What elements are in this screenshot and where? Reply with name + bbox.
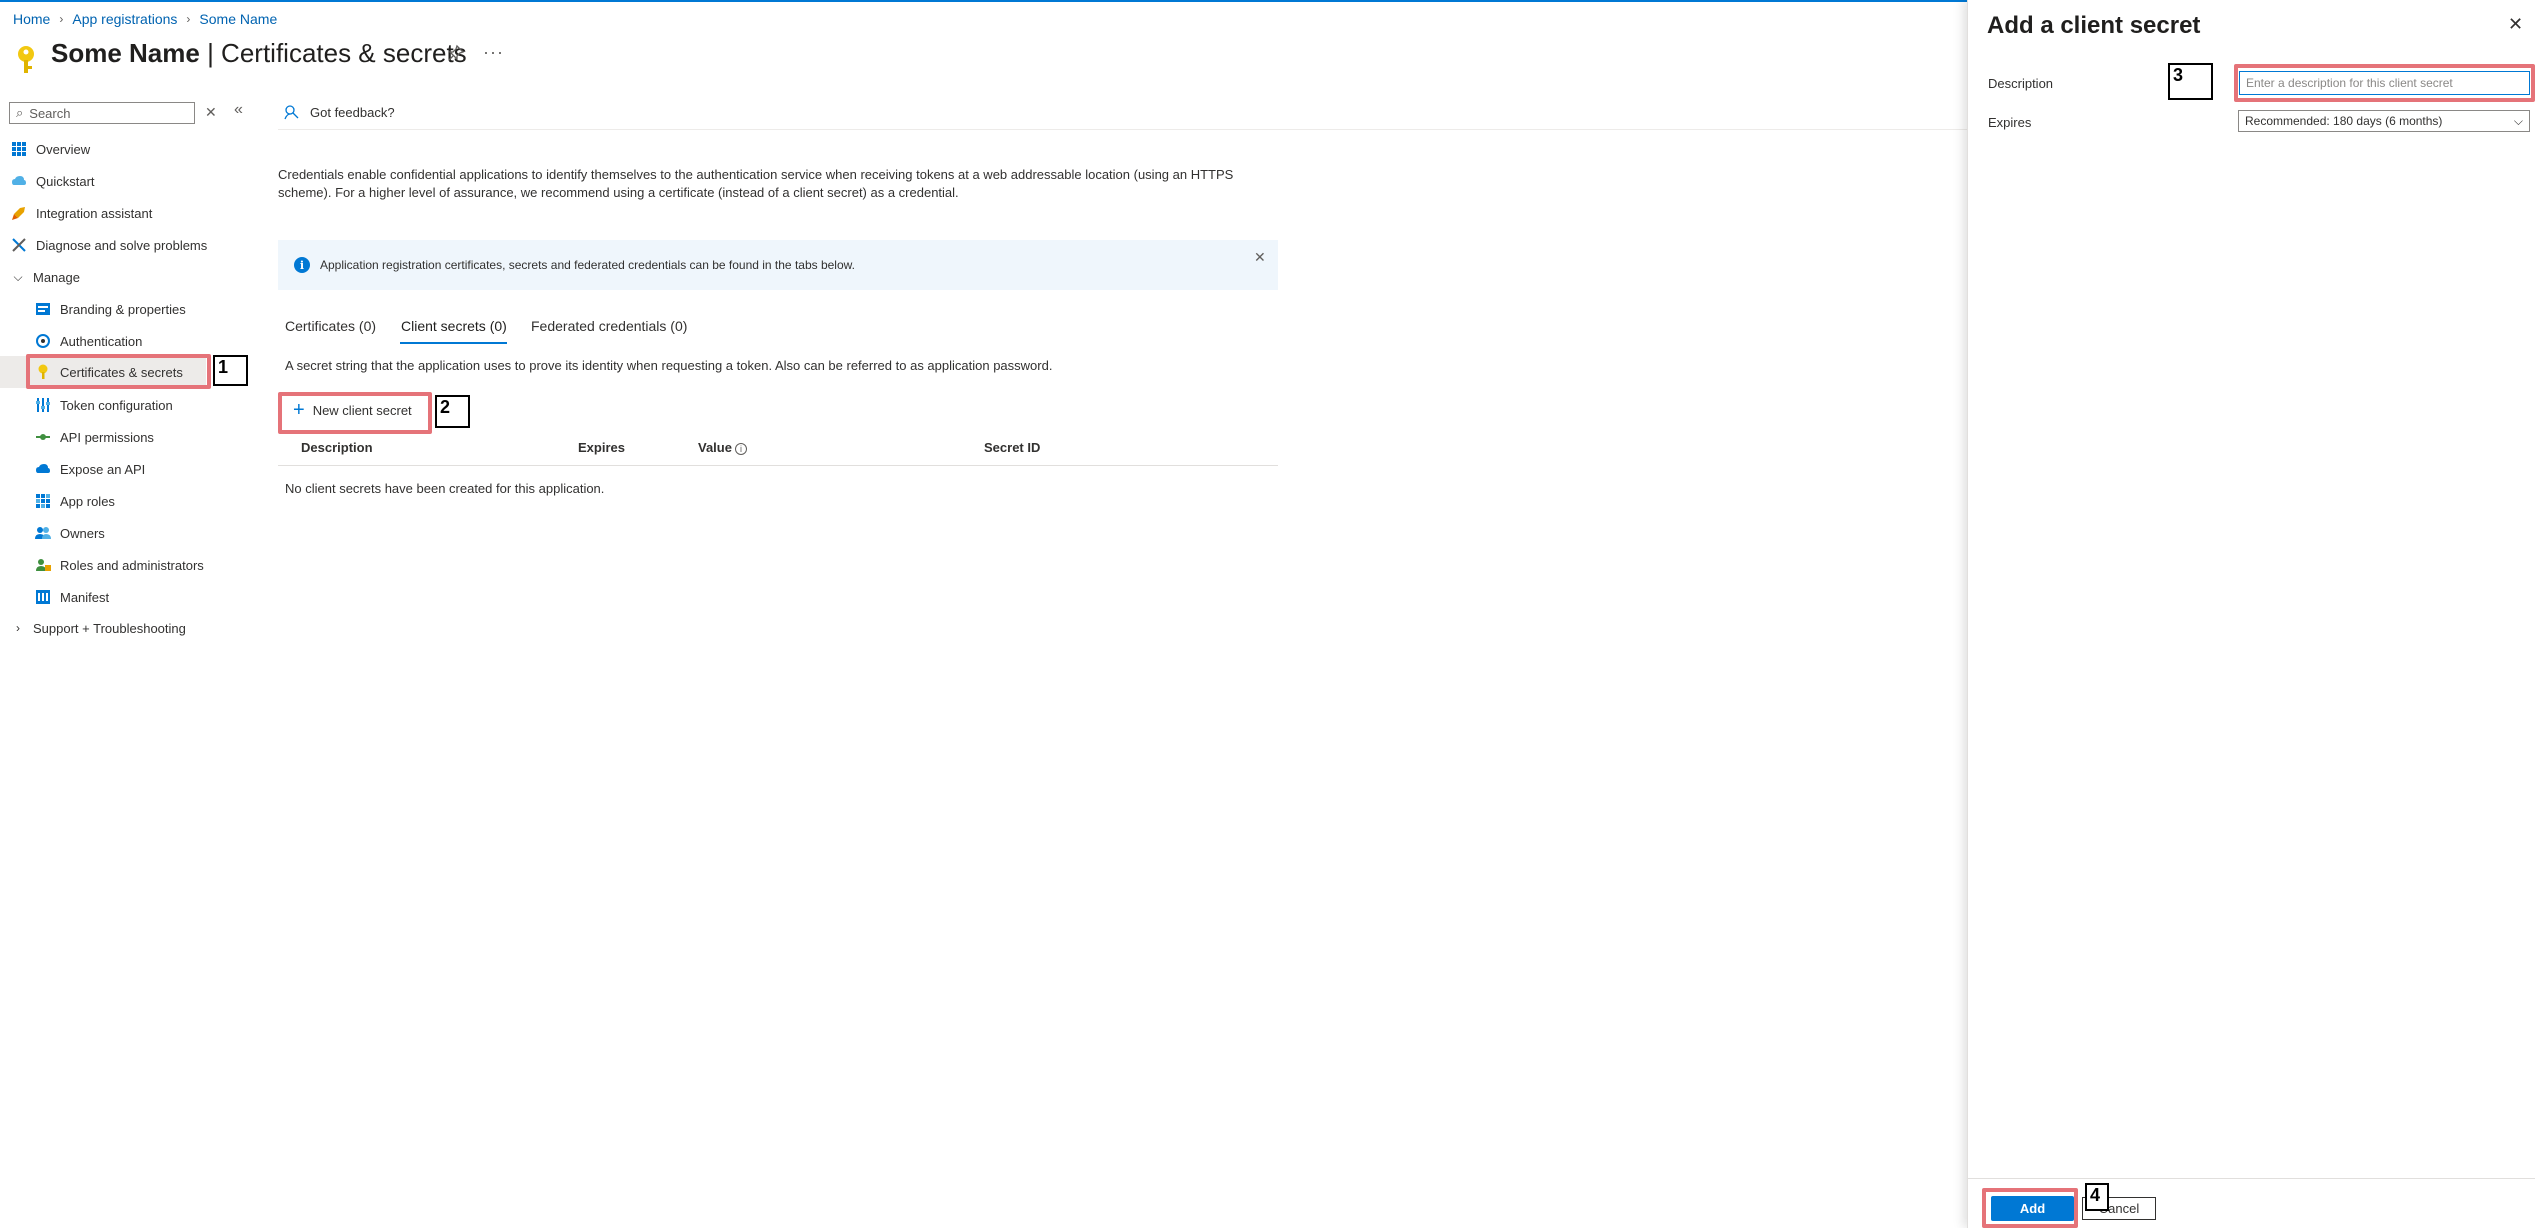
cloud-icon [35,461,51,477]
chevron-down-icon: ⌵ [13,269,23,284]
token-icon [35,397,51,413]
breadcrumb-app[interactable]: Some Name [199,11,277,27]
sidebar-item-manifest[interactable]: Manifest [35,582,109,612]
sidebar-item-roles-administrators[interactable]: Roles and administrators [35,550,204,580]
add-client-secret-panel [1967,0,2535,1228]
authentication-icon [35,333,51,349]
manifest-icon [35,589,51,605]
api-permissions-icon [35,429,51,445]
collapse-sidebar-icon[interactable]: « [234,101,243,119]
page-title: Some Name | Certificates & secrets [51,38,467,68]
pin-icon[interactable] [447,44,465,62]
info-icon[interactable]: i [734,442,747,455]
expires-dropdown[interactable]: Recommended: 180 days (6 months) ⌵ [2238,110,2530,132]
sidebar-item-expose-api[interactable]: Expose an API [35,454,145,484]
annotation-highlight-3 [2234,64,2535,102]
app-roles-icon [35,493,51,509]
column-header-expires[interactable]: Expires [578,440,625,455]
info-icon: i [294,257,310,273]
breadcrumb-home[interactable]: Home [13,11,50,27]
annotation-tag-4: 4 [2085,1183,2109,1211]
panel-footer-divider [1967,1178,2535,1179]
panel-title: Add a client secret [1987,12,2201,39]
annotation-tag-1: 1 [213,355,248,386]
intro-text: Credentials enable confidential applicat… [278,167,1234,200]
clear-search-icon[interactable]: ✕ [205,104,217,121]
column-header-value[interactable]: Value i [698,440,747,455]
annotation-highlight-4 [1982,1188,2078,1228]
info-banner: i Application registration certificates,… [278,240,1278,290]
feedback-icon [284,105,299,120]
rocket-icon [11,205,27,221]
sidebar-item-overview[interactable]: Overview [11,134,90,164]
sidebar-group-support[interactable]: › Support + Troubleshooting [11,613,186,643]
sidebar-item-branding[interactable]: Branding & properties [35,294,186,324]
annotation-tag-3: 3 [2168,63,2213,100]
sidebar-item-quickstart[interactable]: Quickstart [11,166,95,196]
sidebar-item-owners[interactable]: Owners [35,518,105,548]
column-header-description[interactable]: Description [301,440,373,455]
expires-label: Expires [1988,115,2032,130]
column-header-secret-id[interactable]: Secret ID [984,440,1040,455]
key-icon [18,46,34,73]
roles-icon [35,557,51,573]
wrench-icon [11,237,27,253]
breadcrumb: Home › App registrations › Some Name [13,11,277,27]
chevron-right-icon: › [59,12,64,26]
sidebar-group-manage[interactable]: ⌵ Manage [11,262,80,292]
sidebar-item-diagnose[interactable]: Diagnose and solve problems [11,230,207,260]
close-icon[interactable]: ✕ [2508,14,2523,35]
annotation-tag-2: 2 [435,395,470,428]
active-tab-indicator [400,342,507,344]
sidebar-item-token-configuration[interactable]: Token configuration [35,390,173,420]
annotation-highlight-2 [278,392,432,434]
empty-state-text: No client secrets have been created for … [285,481,605,496]
table-header-divider [278,465,1278,466]
close-icon[interactable]: ✕ [1254,249,1266,266]
annotation-highlight-1 [26,354,211,389]
client-secret-description: A secret string that the application use… [285,358,1053,373]
sidebar-item-api-permissions[interactable]: API permissions [35,422,154,452]
description-label: Description [1988,76,2054,91]
tab-client-secrets[interactable]: Client secrets (0) [401,318,507,334]
overview-icon [11,141,27,157]
tab-certificates[interactable]: Certificates (0) [285,318,376,334]
breadcrumb-app-registrations[interactable]: App registrations [72,11,177,27]
chevron-down-icon: ⌵ [2513,113,2523,128]
more-options-icon[interactable]: ··· [483,42,504,63]
sidebar-item-app-roles[interactable]: App roles [35,486,115,516]
tab-federated-credentials[interactable]: Federated credentials (0) [531,318,687,334]
quickstart-icon [11,173,27,189]
chevron-right-icon: › [186,12,191,26]
owners-icon [35,525,51,541]
sidebar-item-integration-assistant[interactable]: Integration assistant [11,198,152,228]
sidebar-item-authentication[interactable]: Authentication [35,326,142,356]
info-banner-text: Application registration certificates, s… [320,258,855,272]
search-icon: ⌕ [16,105,24,120]
chevron-right-icon: › [16,621,20,635]
feedback-button[interactable]: Got feedback? [284,104,395,120]
branding-icon [35,301,51,317]
search-input[interactable]: ⌕ Search [9,102,195,124]
